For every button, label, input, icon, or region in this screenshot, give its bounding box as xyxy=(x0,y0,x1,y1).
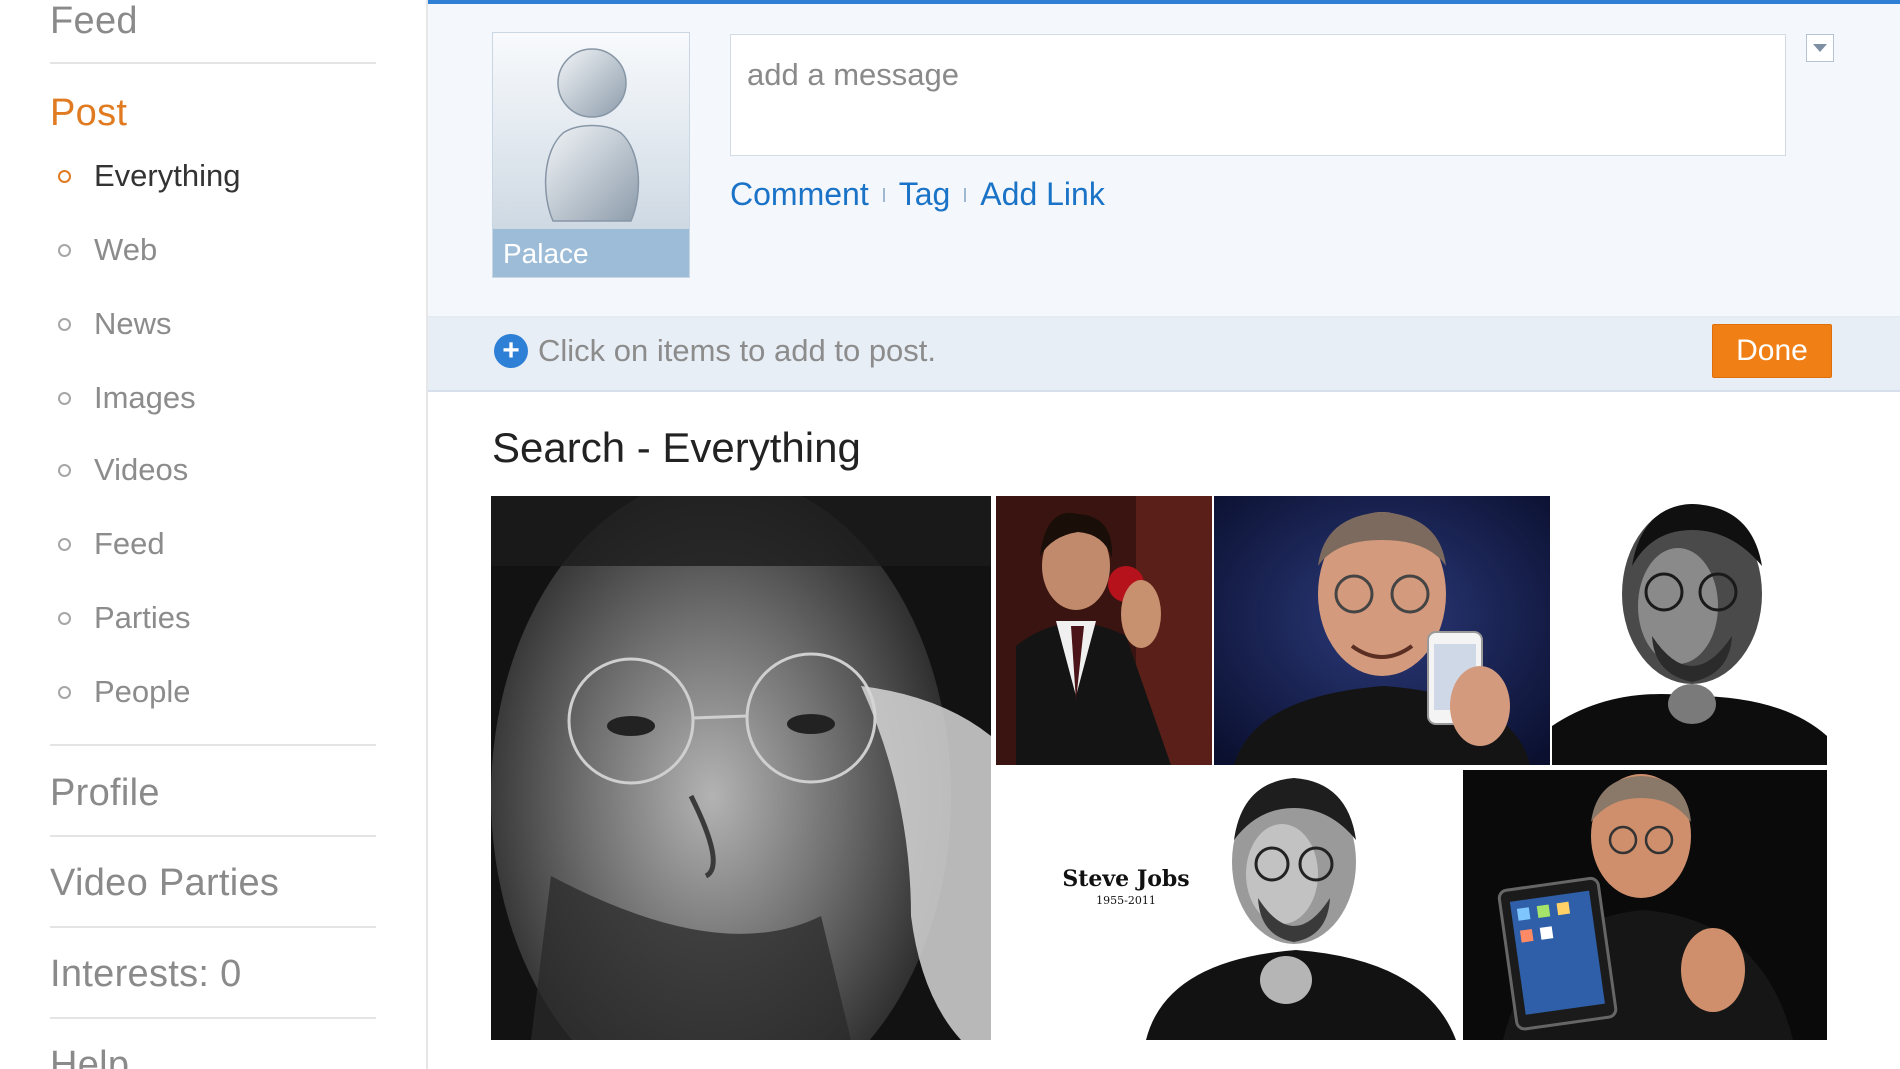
avatar[interactable]: Palace xyxy=(492,32,690,278)
post-item-people[interactable]: People xyxy=(58,672,191,712)
portrait-image xyxy=(1214,496,1550,765)
bullet-icon xyxy=(58,243,71,257)
portrait-image xyxy=(996,496,1212,765)
post-item-label: Everything xyxy=(94,158,241,193)
post-item-label: Feed xyxy=(94,526,165,561)
post-item-news[interactable]: News xyxy=(58,304,172,344)
post-item-videos[interactable]: Videos xyxy=(58,450,188,490)
post-item-label: Images xyxy=(94,380,196,415)
nav-interests[interactable]: Interests: 0 xyxy=(50,953,242,996)
bullet-icon xyxy=(58,685,71,699)
image-result[interactable] xyxy=(1463,770,1827,1040)
results-title: Search - Everything xyxy=(492,424,861,471)
post-item-label: Parties xyxy=(94,600,191,635)
bullet-icon xyxy=(58,317,71,331)
nav-divider xyxy=(50,835,376,837)
image-result[interactable] xyxy=(491,496,991,1040)
link-separator xyxy=(964,187,967,202)
avatar-name: Palace xyxy=(493,229,689,277)
post-composer: Palace add a message Comment Tag Add Lin… xyxy=(428,4,1900,316)
post-item-parties[interactable]: Parties xyxy=(58,598,190,638)
link-separator xyxy=(882,187,885,202)
post-item-web[interactable]: Web xyxy=(58,230,157,270)
plus-circle-icon: + xyxy=(494,334,528,368)
image-result[interactable] xyxy=(1214,496,1550,765)
image-result[interactable]: Steve Jobs 1955-2011 xyxy=(996,770,1461,1040)
post-item-label: People xyxy=(94,674,191,709)
image-result[interactable] xyxy=(1552,496,1827,765)
nav-help[interactable]: Help xyxy=(50,1044,129,1069)
chevron-down-icon[interactable] xyxy=(1806,34,1834,62)
nav-divider xyxy=(50,926,376,928)
portrait-image xyxy=(491,496,991,1040)
nav-divider xyxy=(50,62,376,64)
add-link-link[interactable]: Add Link xyxy=(980,176,1105,213)
nav-feed[interactable]: Feed xyxy=(50,0,138,43)
portrait-image xyxy=(1463,770,1827,1040)
image-caption-name: Steve Jobs xyxy=(1062,866,1190,892)
nav-profile[interactable]: Profile xyxy=(50,772,160,815)
bullet-icon xyxy=(58,463,71,477)
post-item-label: News xyxy=(94,306,172,341)
nav-divider xyxy=(50,744,376,746)
person-icon xyxy=(544,48,640,222)
bullet-icon xyxy=(58,391,71,405)
post-item-everything[interactable]: Everything xyxy=(58,156,240,196)
post-item-label: Videos xyxy=(94,452,189,487)
nav-post[interactable]: Post xyxy=(50,92,127,135)
bullet-icon xyxy=(58,611,71,625)
image-caption-years: 1955-2011 xyxy=(1096,894,1156,907)
add-items-hint: Click on items to add to post. xyxy=(538,333,937,368)
add-bar-divider xyxy=(428,390,1900,392)
bullet-icon xyxy=(58,537,71,551)
composer-links: Comment Tag Add Link xyxy=(730,176,1105,213)
image-result[interactable] xyxy=(996,496,1212,765)
post-item-label: Web xyxy=(94,232,158,267)
comment-link[interactable]: Comment xyxy=(730,176,869,213)
post-item-images[interactable]: Images xyxy=(58,378,196,418)
bullet-icon xyxy=(58,169,71,183)
nav-divider xyxy=(50,1017,376,1019)
tag-link[interactable]: Tag xyxy=(899,176,951,213)
nav-video-parties[interactable]: Video Parties xyxy=(50,862,279,905)
message-input[interactable]: add a message xyxy=(730,34,1786,156)
post-item-feed[interactable]: Feed xyxy=(58,524,165,564)
portrait-image xyxy=(1552,496,1827,765)
done-button[interactable]: Done xyxy=(1712,324,1832,378)
left-sidebar: Feed Post Everything Web News Images Vid… xyxy=(0,0,428,1069)
main-panel: Palace add a message Comment Tag Add Lin… xyxy=(428,0,1900,1069)
